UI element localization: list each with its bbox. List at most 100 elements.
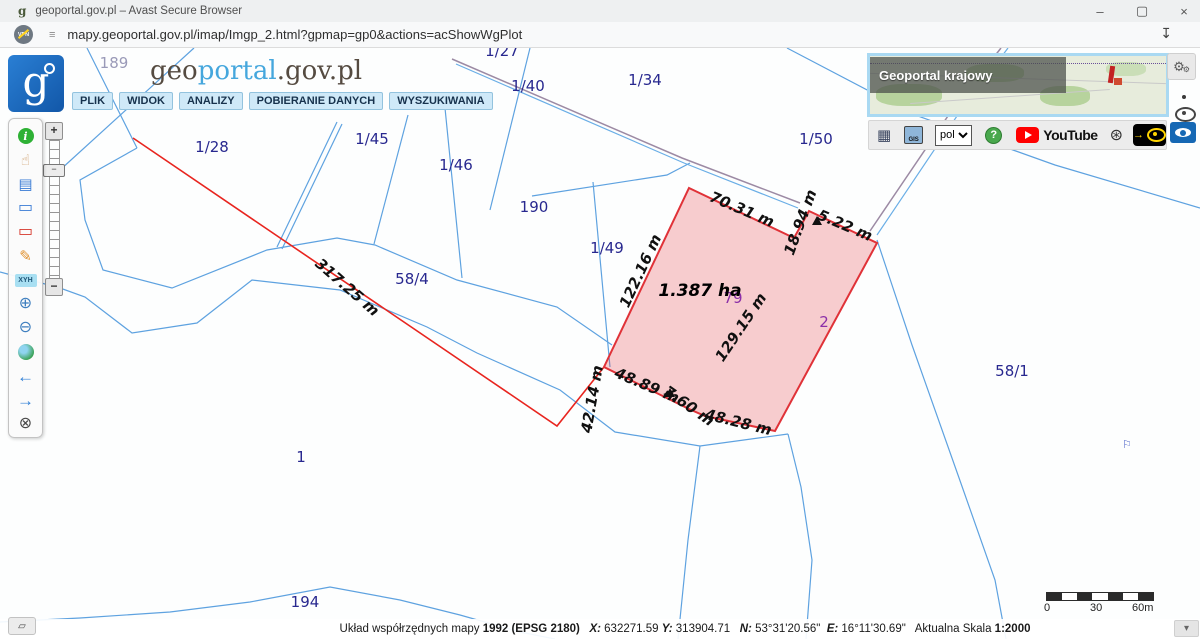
scale-bar: 0 30 60m: [1046, 592, 1158, 613]
parcel-number-label: 1/40: [511, 77, 545, 95]
zoom-minus-button[interactable]: −: [45, 278, 63, 296]
status-part: 313904.71: [673, 623, 740, 635]
brand-wordmark: geoportal.gov.pl: [150, 56, 362, 86]
expand-caret-button[interactable]: ▾: [1174, 620, 1199, 637]
measurement-label: 42.14 m: [577, 364, 607, 435]
site-permissions-icon[interactable]: ≡: [49, 29, 55, 41]
select-area-blue-icon[interactable]: ▭: [15, 197, 37, 219]
grid-icon[interactable]: ▦: [877, 126, 891, 144]
menu-analizy[interactable]: ANALIZY: [179, 92, 243, 110]
parcel-number-label: 58/4: [395, 270, 429, 288]
parcel-number-label: 1/28: [195, 138, 229, 156]
menu-plik[interactable]: PLIK: [72, 92, 113, 110]
youtube-play-icon: [1016, 127, 1039, 143]
zoom-slider-track[interactable]: [49, 140, 60, 278]
back-arrow-icon[interactable]: ←: [15, 365, 37, 387]
status-part: Y:: [662, 623, 673, 635]
forward-arrow-icon[interactable]: →: [15, 389, 37, 411]
info-icon[interactable]: i: [15, 125, 37, 147]
settings-gears-button[interactable]: ⚙⚙: [1167, 53, 1196, 80]
gis-export-icon[interactable]: GIS: [904, 126, 923, 144]
parcel-number-label: 1/49: [590, 239, 624, 257]
youtube-label: YouTube: [1043, 127, 1097, 143]
parcel-area-label: 1.387 ha: [658, 281, 741, 301]
tab-favicon: g: [18, 5, 26, 17]
minimap-marker-icon: [1114, 78, 1122, 85]
parcel-number-label: 1/50: [799, 130, 833, 148]
zoom-plus-button[interactable]: +: [45, 122, 63, 140]
survey-flag-icon: ⚐: [1122, 438, 1132, 451]
top-right-controls: ▦ GIS pol ? YouTube ⊛ →: [868, 120, 1167, 150]
legend-icon-glyph: ▤: [18, 177, 32, 192]
browser-titlebar: g geoportal.gov.pl – Avast Secure Browse…: [0, 0, 1200, 23]
select-area-blue-icon-glyph: ▭: [18, 200, 33, 216]
menu-pobieranie-danych[interactable]: POBIERANIE DANYCH: [249, 92, 384, 110]
overview-map[interactable]: Geoportal krajowy: [867, 53, 1169, 117]
boundary-line: [532, 163, 690, 196]
visibility-outline-button[interactable]: [1175, 107, 1196, 122]
pan-hand-icon[interactable]: ☝: [15, 149, 37, 171]
youtube-link[interactable]: YouTube: [1016, 127, 1097, 143]
eye-icon: [1147, 128, 1166, 142]
scale-bar-labels: 0 30 60m: [1046, 601, 1158, 613]
close-button[interactable]: ×: [1176, 4, 1192, 19]
coordinates-xyh-icon[interactable]: XYH: [15, 269, 37, 291]
dot-marker-button[interactable]: [1178, 92, 1190, 101]
boundary-line: [678, 446, 700, 639]
zoom-out-icon-glyph: ⊖: [19, 320, 32, 336]
visibility-active-button[interactable]: [1170, 122, 1196, 143]
help-button[interactable]: ?: [985, 127, 1002, 144]
status-part: 632271.59: [601, 623, 662, 635]
close-session-icon[interactable]: ⊗: [15, 413, 37, 435]
high-contrast-toggle[interactable]: →: [1133, 124, 1166, 146]
draw-pencil-icon[interactable]: ✎: [15, 245, 37, 267]
eye-icon: [1175, 128, 1191, 137]
brand-part-geo: geo: [150, 56, 198, 86]
map-toolbar: i☝ ▤ ▭ ▭ ✎ XYH ⊕ ⊖ ← → ⊗: [8, 118, 43, 438]
zoom-out-icon[interactable]: ⊖: [15, 317, 37, 339]
scale-label-60m: 60m: [1132, 602, 1153, 614]
coordinates-xyh-icon-glyph: XYH: [15, 274, 37, 287]
minimize-button[interactable]: –: [1092, 4, 1108, 19]
select-area-red-icon-glyph: ▭: [18, 224, 33, 240]
close-session-icon-glyph: ⊗: [19, 416, 32, 432]
parcel-number-label: 2: [819, 313, 829, 331]
restore-button[interactable]: ▢: [1134, 3, 1150, 19]
scale-label-30: 30: [1090, 602, 1102, 614]
menu-wyszukiwania[interactable]: WYSZUKIWANIA: [389, 92, 492, 110]
parcel-number-label: 1/45: [355, 130, 389, 148]
main-menu: PLIK WIDOK ANALIZY POBIERANIE DANYCH WYS…: [72, 92, 493, 110]
download-icon[interactable]: ↧: [1160, 25, 1172, 42]
vpn-badge-icon[interactable]: VPN: [14, 25, 33, 44]
boundary-line: [445, 108, 462, 278]
status-part: X:: [589, 623, 601, 635]
geoportal-logo[interactable]: g: [8, 55, 64, 112]
measure-tool-button[interactable]: ▱: [8, 617, 36, 635]
parcel-number-label: 58/1: [995, 362, 1029, 380]
globe-icon: [18, 344, 34, 360]
boundary-line: [877, 240, 1006, 639]
status-part: N:: [740, 623, 752, 635]
status-bar-text: Układ współrzędnych mapy 1992 (EPSG 2180…: [340, 623, 1031, 635]
legend-icon[interactable]: ▤: [15, 173, 37, 195]
globe-icon[interactable]: [15, 341, 37, 363]
eye-pupil-icon: [1182, 111, 1186, 115]
browser-urlbar: VPN ≡ mapy.geoportal.gov.pl/imap/Imgp_2.…: [0, 22, 1200, 48]
status-part: Układ współrzędnych mapy: [340, 623, 483, 635]
overview-title-band: Geoportal krajowy: [870, 57, 1066, 93]
parcel-number-label: 194: [291, 593, 320, 611]
boundary-line: [593, 182, 610, 367]
zoom-slider-handle[interactable]: −: [43, 164, 65, 177]
accessibility-wheel-icon[interactable]: ⊛: [1110, 125, 1123, 145]
menu-widok[interactable]: WIDOK: [119, 92, 173, 110]
back-arrow-icon-glyph: ←: [17, 368, 34, 385]
road-line: [456, 64, 798, 208]
url-text[interactable]: mapy.geoportal.gov.pl/imap/Imgp_2.html?g…: [67, 27, 522, 42]
select-area-red-icon[interactable]: ▭: [15, 221, 37, 243]
measurement-line: [133, 138, 604, 426]
browser-window: 1891/271/401/341/501/281/451/461901/4958…: [0, 0, 1200, 639]
parcel-number-label: 1/46: [439, 156, 473, 174]
language-select[interactable]: pol: [935, 125, 972, 146]
brand-part-govpl: .gov.pl: [277, 56, 362, 86]
zoom-in-icon[interactable]: ⊕: [15, 293, 37, 315]
